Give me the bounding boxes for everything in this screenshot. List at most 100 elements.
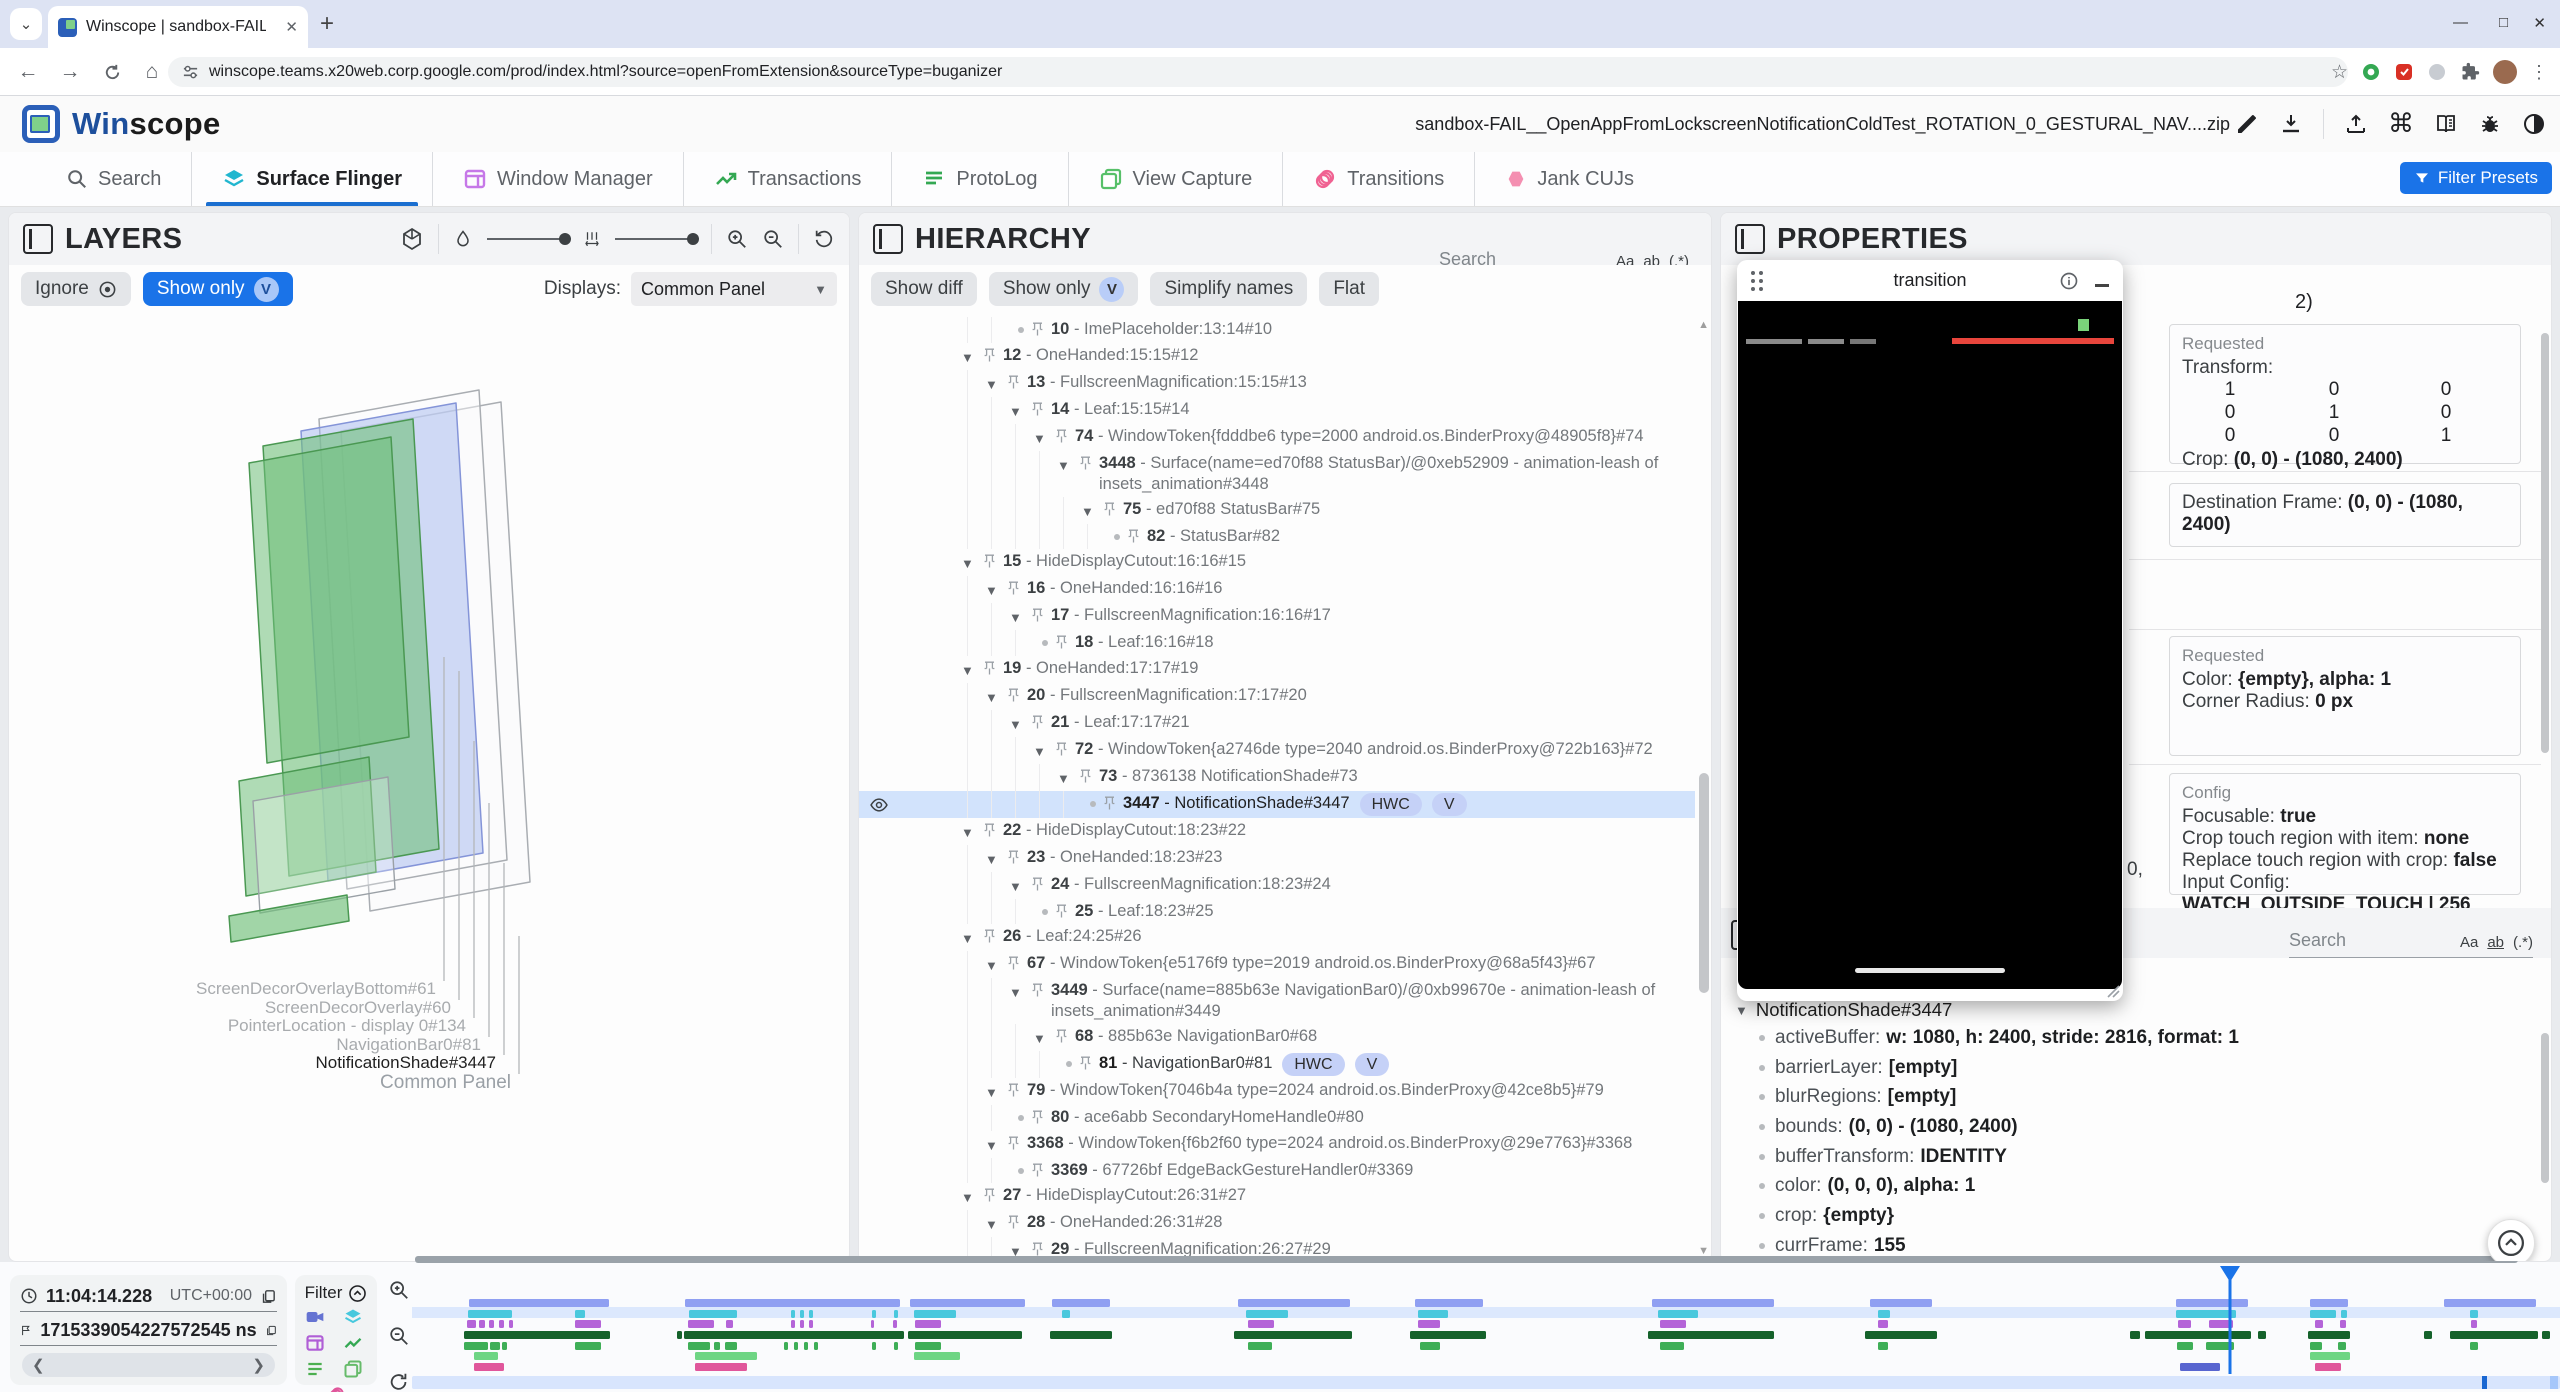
pin-icon[interactable] (1007, 1080, 1027, 1098)
tree-row[interactable]: ▼3448 - Surface(name=ed70f88 StatusBar)/… (859, 451, 1695, 497)
property-row[interactable]: bounds:(0, 0) - (1080, 2400) (1721, 1114, 2535, 1144)
collapse-arrow-icon[interactable]: ▼ (961, 658, 983, 681)
ignore-chip[interactable]: Ignore (21, 272, 131, 306)
tab-search-icon[interactable]: ⌄ (10, 8, 42, 40)
tree-row[interactable]: ▼28 - OneHanded:26:31#28 (859, 1210, 1695, 1237)
pin-icon[interactable] (1127, 526, 1147, 544)
tree-row[interactable]: 81 - NavigationBar0#81HWCV (859, 1051, 1695, 1078)
tree-row[interactable]: ▼19 - OneHanded:17:17#19 (859, 656, 1695, 683)
pin-icon[interactable] (1031, 605, 1051, 623)
frames-icon[interactable] (343, 1359, 367, 1379)
property-row[interactable]: activeBuffer:w: 1080, h: 2400, stride: 2… (1721, 1025, 2535, 1055)
layer-label[interactable]: ScreenDecorOverlay#60 (265, 998, 451, 1018)
flat-chip[interactable]: Flat (1319, 272, 1379, 306)
pin-icon[interactable] (1031, 980, 1051, 998)
extension-b-icon[interactable] (2394, 62, 2414, 82)
layers-3d-canvas[interactable]: ScreenDecorOverlayBottom#61ScreenDecorOv… (9, 313, 849, 1261)
simplify-names-chip[interactable]: Simplify names (1150, 272, 1307, 306)
ns-time-field[interactable]: 1715339054227572545 ns (20, 1315, 277, 1346)
collapse-arrow-icon[interactable]: ▼ (961, 926, 983, 949)
documentation-icon[interactable] (2434, 112, 2458, 136)
scroll-up-icon[interactable]: ▲ (1698, 319, 1709, 331)
collapse-arrow-icon[interactable]: ▼ (985, 578, 1007, 601)
collapse-arrow-icon[interactable]: ▼ (1009, 605, 1031, 628)
tree-row[interactable]: ▼15 - HideDisplayCutout:16:16#15 (859, 549, 1695, 576)
tree-row[interactable]: ▼26 - Leaf:24:25#26 (859, 924, 1695, 951)
filter-presets-button[interactable]: Filter Presets (2400, 162, 2552, 194)
tree-row[interactable]: ▼73 - 8736138 NotificationShade#73 (859, 764, 1695, 791)
tree-row[interactable]: ▼24 - FullscreenMagnification:18:23#24 (859, 872, 1695, 899)
browser-tab[interactable]: Winscope | sandbox-FAIL ✕ (48, 6, 308, 48)
collapse-arrow-icon[interactable]: ▼ (1081, 499, 1103, 522)
collapse-arrow-icon[interactable]: ▼ (985, 1080, 1007, 1103)
tree-row[interactable]: ▼21 - Leaf:17:17#21 (859, 710, 1695, 737)
property-list-scrollbar[interactable] (2541, 1033, 2549, 1183)
bookmark-star-icon[interactable]: ☆ (2331, 61, 2348, 84)
tree-row[interactable]: ▼79 - WindowToken{7046b4a type=2024 andr… (859, 1078, 1695, 1105)
pin-icon[interactable] (1031, 874, 1051, 892)
spacing-slider[interactable] (615, 238, 697, 240)
tree-row[interactable]: 25 - Leaf:18:23#25 (859, 899, 1695, 925)
pin-icon[interactable] (1055, 632, 1075, 650)
back-icon[interactable]: ← (14, 58, 42, 86)
displays-select[interactable]: Common Panel ▼ (631, 272, 837, 306)
pin-icon[interactable] (1007, 578, 1027, 596)
collapse-arrow-icon[interactable]: ▼ (1009, 399, 1031, 422)
address-bar[interactable]: winscope.teams.x20web.corp.google.com/pr… (168, 57, 2348, 87)
pin-icon[interactable] (1031, 319, 1051, 337)
tree-row[interactable]: 82 - StatusBar#82 (859, 524, 1695, 550)
tab-close-icon[interactable]: ✕ (285, 18, 298, 36)
collapse-arrow-icon[interactable]: ▼ (1009, 874, 1031, 897)
tree-row[interactable]: ▼16 - OneHanded:16:16#16 (859, 576, 1695, 603)
resize-handle-icon[interactable] (2104, 982, 2120, 998)
copy-icon[interactable] (260, 1288, 277, 1305)
window-icon[interactable] (305, 1333, 329, 1353)
show-only-v-chip[interactable]: Show only V (989, 272, 1139, 306)
tree-row[interactable]: ▼23 - OneHanded:18:23#23 (859, 845, 1695, 872)
browser-menu-icon[interactable]: ⋮ (2530, 62, 2548, 83)
shortcuts-icon[interactable]: ⌘ (2388, 108, 2414, 139)
collapse-panel-icon[interactable] (1735, 224, 1765, 254)
pin-icon[interactable] (1007, 847, 1027, 865)
pin-icon[interactable] (1007, 372, 1027, 390)
hierarchy-scrollbar[interactable] (1699, 773, 1709, 993)
info-icon[interactable] (2059, 271, 2079, 291)
frame-step-bar[interactable]: ❮ ❯ (22, 1353, 275, 1377)
collapse-arrow-icon[interactable]: ▼ (985, 953, 1007, 976)
tree-row[interactable]: ▼3368 - WindowToken{f6b2f60 type=2024 an… (859, 1131, 1695, 1158)
expand-arrow-icon[interactable]: ▼ (1735, 1003, 1748, 1018)
download-icon[interactable] (2279, 112, 2303, 136)
collapse-arrow-icon[interactable]: ▼ (961, 551, 983, 574)
layer-label[interactable]: PointerLocation - display 0#134 (228, 1016, 466, 1036)
pin-icon[interactable] (1103, 793, 1123, 811)
collapse-arrow-icon[interactable]: ▼ (985, 1212, 1007, 1235)
property-row[interactable]: barrierLayer:[empty] (1721, 1055, 2535, 1085)
timeline-zoom-reset-icon[interactable] (388, 1371, 410, 1392)
tab-transactions[interactable]: Transactions (683, 152, 892, 206)
layer-label[interactable]: Common Panel (380, 1072, 511, 1094)
collapse-arrow-icon[interactable]: ▼ (1033, 739, 1055, 762)
tree-row[interactable]: ▼75 - ed70f88 StatusBar#75 (859, 497, 1695, 524)
collapse-arrow-icon[interactable]: ▼ (961, 820, 983, 843)
visibility-eye-icon[interactable] (869, 795, 889, 815)
collapse-arrow-icon[interactable]: ▼ (961, 1185, 983, 1208)
pin-icon[interactable] (1055, 901, 1075, 919)
tab-view-capture[interactable]: View Capture (1068, 152, 1283, 206)
rings-icon[interactable] (326, 1385, 346, 1392)
tree-row[interactable]: ▼14 - Leaf:15:15#14 (859, 397, 1695, 424)
collapse-arrow-icon[interactable]: ▼ (1009, 980, 1031, 1003)
pin-icon[interactable] (983, 820, 1003, 838)
collapse-arrow-icon[interactable]: ▼ (985, 372, 1007, 395)
layer-label[interactable]: ScreenDecorOverlayBottom#61 (196, 979, 436, 999)
pin-icon[interactable] (1007, 1133, 1027, 1151)
pin-icon[interactable] (1007, 685, 1027, 703)
rotation-slider[interactable] (487, 238, 569, 240)
tab-protolog[interactable]: ProtoLog (891, 152, 1067, 206)
tree-row[interactable]: 80 - ace6abb SecondaryHomeHandle0#80 (859, 1105, 1695, 1131)
properties-scrollbar[interactable] (2541, 333, 2549, 753)
layer-label[interactable]: NavigationBar0#81 (336, 1035, 481, 1055)
forward-icon[interactable]: → (56, 58, 84, 86)
human-time-field[interactable]: 11:04:14.228 UTC+00:00 (20, 1281, 277, 1312)
tree-row[interactable]: ▼20 - FullscreenMagnification:17:17#20 (859, 683, 1695, 710)
pin-icon[interactable] (1031, 399, 1051, 417)
